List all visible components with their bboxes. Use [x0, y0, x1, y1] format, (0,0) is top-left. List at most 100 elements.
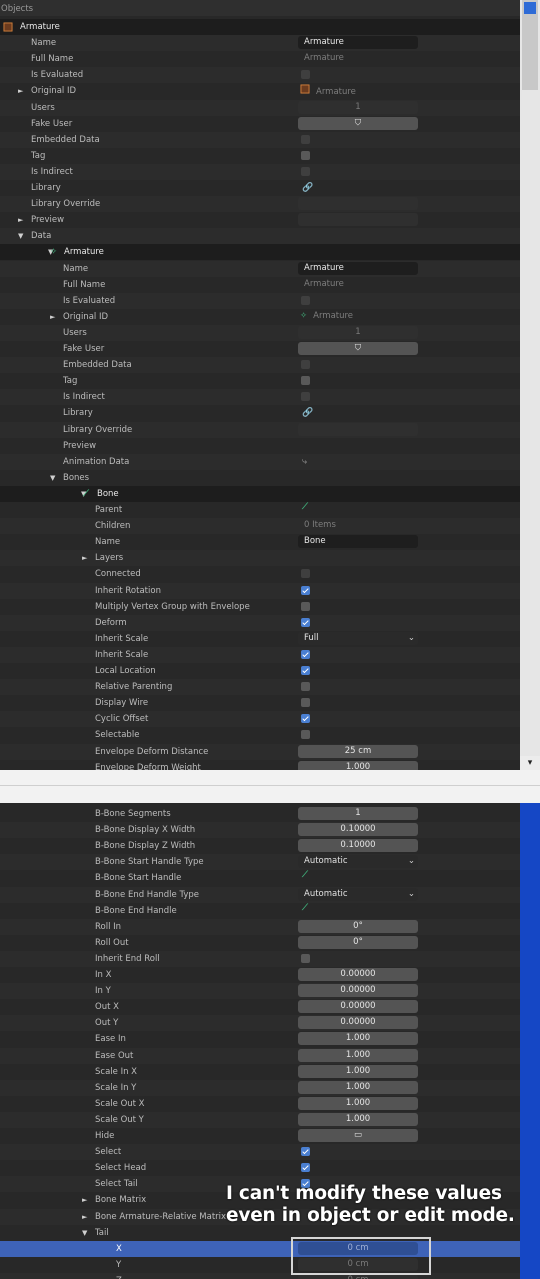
row-library-override[interactable]: Library Override — [0, 196, 520, 213]
value-field[interactable]: 0.00000 — [298, 1000, 418, 1014]
row-envelope-deform-weight[interactable]: Envelope Deform Weight 1.000 — [0, 760, 520, 770]
checkbox-select[interactable] — [301, 1147, 310, 1157]
value-field[interactable]: 1.000 — [298, 760, 418, 770]
dropdown-field[interactable]: Full ⌄ — [298, 631, 418, 645]
row-fake-user[interactable]: Fake User ⛉ — [0, 116, 520, 132]
row-fake-user[interactable]: Fake User ⛉ — [0, 341, 520, 357]
row-library-override[interactable]: Library Override — [0, 421, 520, 438]
text-field[interactable] — [298, 197, 418, 211]
row-inherit-rotation[interactable]: Inherit Rotation — [0, 582, 520, 599]
row-preview[interactable]: Preview — [0, 438, 520, 454]
text-field[interactable] — [298, 213, 418, 227]
checkbox-inherit-rotation[interactable] — [301, 585, 310, 595]
row-b-bone-start-handle[interactable]: B-Bone Start Handle ⟋ — [0, 870, 520, 886]
checkbox-select-head[interactable] — [301, 1163, 310, 1173]
checkbox-inherit-end-roll[interactable] — [301, 953, 310, 963]
scrollbar-bottom[interactable] — [520, 803, 540, 1279]
value-field[interactable]: 1.000 — [298, 1064, 418, 1078]
text-field[interactable] — [298, 422, 418, 436]
expand-down-icon[interactable]: ▼ — [82, 1225, 87, 1241]
row-connected[interactable]: Connected — [0, 566, 520, 582]
row-original-id[interactable]: ► Original ID Armature — [0, 83, 520, 99]
row-b-bone-start-handle-type[interactable]: B-Bone Start Handle Type Automatic ⌄ — [0, 854, 520, 871]
row-is-evaluated[interactable]: Is Evaluated — [0, 292, 520, 309]
value-field[interactable]: 0.00000 — [298, 984, 418, 998]
row-layers[interactable]: ► Layers — [0, 550, 520, 567]
expand-right-icon[interactable]: ► — [18, 212, 23, 228]
value-field[interactable]: 0.10000 — [298, 839, 418, 853]
row-inherit-scale[interactable]: Inherit Scale — [0, 646, 520, 663]
row-in-y[interactable]: In Y 0.00000 — [0, 983, 520, 1000]
text-field[interactable]: 1 — [298, 100, 418, 114]
row-b-bone-display-x-width[interactable]: B-Bone Display X Width 0.10000 — [0, 822, 520, 839]
row-preview[interactable]: ► Preview — [0, 212, 520, 228]
row-bones[interactable]: ▼ Bones — [0, 470, 520, 486]
link-icon[interactable]: 🔗 — [302, 405, 313, 421]
expand-right-icon[interactable]: ► — [18, 83, 23, 99]
text-field[interactable]: Armature — [298, 36, 418, 50]
value-field[interactable]: 1 — [298, 807, 418, 820]
checkbox-multiply-vertex-group-with-envelope[interactable] — [301, 601, 310, 611]
checkbox-relative-parenting[interactable] — [301, 682, 310, 692]
row-users[interactable]: Users 1 — [0, 99, 520, 116]
row-full-name[interactable]: Full Name Armature — [0, 51, 520, 67]
row-library[interactable]: Library 🔗 — [0, 180, 520, 196]
checkbox-display-wire[interactable] — [301, 698, 310, 708]
row-armature[interactable]: ▼ ✧ Armature — [0, 244, 520, 261]
row-roll-out[interactable]: Roll Out 0° — [0, 935, 520, 951]
row-full-name[interactable]: Full Name Armature — [0, 277, 520, 293]
row-y[interactable]: Y0 cm — [0, 1257, 520, 1273]
value-field[interactable]: 1.000 — [298, 1112, 418, 1126]
row-is-indirect[interactable]: Is Indirect — [0, 163, 520, 180]
value-field[interactable]: 1.000 — [298, 1096, 418, 1110]
checkbox-embedded-data[interactable] — [301, 360, 310, 370]
value-field[interactable]: ⛉ — [298, 342, 418, 355]
checkbox-inherit-scale[interactable] — [301, 649, 310, 659]
text-field[interactable]: 1 — [298, 325, 418, 339]
expand-down-icon[interactable]: ▼ — [50, 470, 55, 486]
row-animation-data[interactable]: Animation Data ⤷ — [0, 453, 520, 470]
value-field[interactable]: 25 cm — [298, 744, 418, 758]
row-ease-out[interactable]: Ease Out 1.000 — [0, 1047, 520, 1064]
checkbox-local-location[interactable] — [301, 666, 310, 675]
row-cyclic-offset[interactable]: Cyclic Offset — [0, 711, 520, 728]
row-relative-parenting[interactable]: Relative Parenting — [0, 679, 520, 696]
row-data[interactable]: ▼ Data — [0, 228, 520, 245]
row-is-evaluated[interactable]: Is Evaluated — [0, 67, 520, 84]
row-b-bone-end-handle-type[interactable]: B-Bone End Handle Type Automatic ⌄ — [0, 886, 520, 903]
value-field[interactable]: 0° — [298, 919, 418, 933]
link-icon[interactable]: 🔗 — [302, 180, 313, 196]
row-deform[interactable]: Deform — [0, 614, 520, 631]
checkbox-tag[interactable] — [301, 376, 310, 386]
row-tag[interactable]: Tag — [0, 373, 520, 389]
value-field[interactable]: 0° — [298, 935, 418, 949]
checkbox-connected[interactable] — [301, 569, 310, 579]
dropdown-field[interactable]: Automatic ⌄ — [298, 887, 418, 901]
value-field[interactable]: 0.10000 — [298, 823, 418, 837]
row-armature[interactable]: ▼Armature — [0, 19, 520, 35]
row-b-bone-segments[interactable]: B-Bone Segments 1 — [0, 806, 520, 822]
checkbox-embedded-data[interactable] — [301, 134, 310, 144]
row-name[interactable]: Name Armature — [0, 260, 520, 277]
action-icon[interactable]: ⤷ — [302, 454, 307, 470]
row-selectable[interactable]: Selectable — [0, 727, 520, 743]
value-field[interactable]: 0.00000 — [298, 968, 418, 981]
row-inherit-scale[interactable]: Inherit Scale Full ⌄ — [0, 631, 520, 647]
row-out-y[interactable]: Out Y 0.00000 — [0, 1015, 520, 1032]
row-out-x[interactable]: Out X 0.00000 — [0, 999, 520, 1015]
expand-right-icon[interactable]: ► — [82, 550, 87, 566]
row-scale-in-y[interactable]: Scale In Y 1.000 — [0, 1079, 520, 1096]
value-field[interactable]: 1.000 — [298, 1048, 418, 1062]
scroll-down-icon[interactable]: ▾ — [520, 756, 540, 770]
checkbox-selectable[interactable] — [301, 730, 310, 740]
dropdown-field[interactable]: Automatic ⌄ — [298, 855, 418, 869]
row-parent[interactable]: Parent ⟋ — [0, 502, 520, 518]
row-roll-in[interactable]: Roll In 0° — [0, 918, 520, 935]
value-field[interactable]: ▭ — [298, 1129, 418, 1142]
row-users[interactable]: Users 1 — [0, 324, 520, 341]
row-envelope-deform-distance[interactable]: Envelope Deform Distance 25 cm — [0, 743, 520, 760]
value-field[interactable]: 1.000 — [298, 1080, 418, 1094]
row-is-indirect[interactable]: Is Indirect — [0, 389, 520, 406]
row-local-location[interactable]: Local Location — [0, 663, 520, 679]
checkbox-is-indirect[interactable] — [301, 392, 310, 402]
